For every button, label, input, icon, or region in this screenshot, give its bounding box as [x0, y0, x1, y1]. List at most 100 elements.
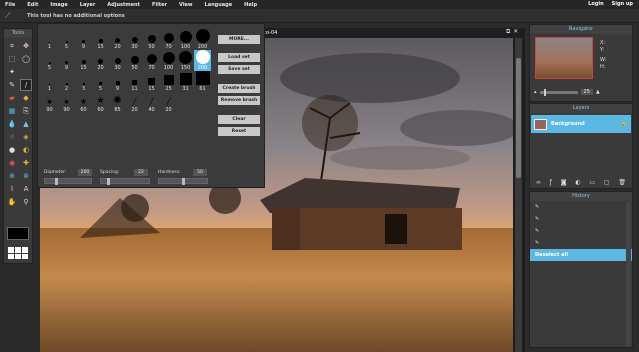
brush-preset[interactable]: 9	[109, 71, 126, 92]
brush-preset[interactable]: 25	[160, 71, 177, 92]
magic-wand-icon[interactable]: ✦	[6, 66, 18, 78]
login-link[interactable]: Login	[588, 1, 603, 7]
history-item-selected[interactable]: Deselect all	[530, 249, 632, 261]
brush-preset[interactable]: 15	[143, 71, 160, 92]
spacing-value[interactable]: 22	[134, 169, 148, 176]
clear-button[interactable]: Clear	[218, 115, 260, 124]
diameter-slider[interactable]	[44, 178, 92, 185]
spacing-slider[interactable]	[100, 178, 150, 185]
brush-preset[interactable]: 2	[58, 71, 75, 92]
hardness-value[interactable]: 50	[193, 169, 207, 176]
eraser-icon[interactable]: ▰	[6, 92, 18, 104]
brush-preset[interactable]: ╱ 20	[126, 92, 143, 114]
reset-button[interactable]: Reset	[218, 127, 260, 136]
menu-filter[interactable]: Filter	[152, 2, 167, 8]
red-eye-icon[interactable]: ◉	[6, 157, 18, 169]
layer-row[interactable]: Background 🔒	[531, 115, 631, 133]
color-picker-icon[interactable]: ⌇	[6, 183, 18, 195]
brush-preset[interactable]: 5	[41, 50, 58, 71]
brush-preset[interactable]: 30	[109, 50, 126, 71]
dodge-icon[interactable]: ●	[6, 144, 18, 156]
save-set-button[interactable]: Save set	[218, 65, 260, 74]
brush-preset[interactable]: 15	[92, 29, 109, 50]
history-item[interactable]: ✎	[530, 201, 632, 213]
brush-preset[interactable]: ✺ 85	[109, 92, 126, 114]
brush-preset[interactable]: ╱ 20	[160, 92, 177, 114]
menu-language[interactable]: Language	[205, 2, 233, 8]
restore-icon[interactable]: ⧉	[506, 28, 510, 36]
hardness-slider[interactable]	[158, 178, 208, 185]
load-set-button[interactable]: Load set	[218, 53, 260, 62]
menu-file[interactable]: File	[5, 2, 15, 8]
lasso-icon[interactable]: ◯	[20, 53, 32, 65]
brush-preset[interactable]: 9	[75, 29, 92, 50]
brush-preset[interactable]: 5	[92, 71, 109, 92]
zoom-value[interactable]: 25	[580, 89, 593, 95]
mask-icon[interactable]: ◙	[561, 179, 567, 186]
zoom-in-icon[interactable]: ▲	[596, 89, 600, 95]
brush-preset[interactable]: 20	[92, 50, 109, 71]
brush-preset[interactable]: 100	[160, 50, 177, 71]
brush-preset[interactable]: ★ 60	[75, 92, 92, 114]
menu-adjustment[interactable]: Adjustment	[107, 2, 140, 8]
brush-preset[interactable]: ╱ 40	[143, 92, 160, 114]
blank-tool-icon[interactable]	[20, 66, 32, 78]
brush-preset[interactable]: 200	[194, 29, 211, 50]
history-scrollbar[interactable]	[626, 202, 631, 347]
diameter-value[interactable]: 200	[78, 169, 92, 176]
brush-preset[interactable]: 11	[126, 71, 143, 92]
folder-icon[interactable]: ▭	[589, 179, 595, 186]
menu-help[interactable]: Help	[244, 2, 257, 8]
brush-preset[interactable]: 50	[126, 50, 143, 71]
blur-icon[interactable]: 💧	[6, 118, 18, 130]
text-icon[interactable]: A	[20, 183, 32, 195]
brush-preset[interactable]: 100	[177, 29, 194, 50]
signup-link[interactable]: Sign up	[612, 1, 633, 7]
menu-view[interactable]: View	[179, 2, 193, 8]
brush-preset[interactable]: 5	[58, 29, 75, 50]
move-icon[interactable]: ✥	[20, 40, 32, 52]
brush-preset[interactable]: 1	[41, 71, 58, 92]
adjustment-icon[interactable]: ◐	[575, 179, 580, 186]
brush-preset[interactable]: 200	[194, 50, 211, 71]
zoom-icon[interactable]: ⚲	[20, 196, 32, 208]
close-icon[interactable]: ✕	[513, 28, 518, 36]
zoom-out-icon[interactable]: ▴	[534, 89, 537, 95]
create-brush-button[interactable]: Create brush	[218, 84, 260, 93]
color-swatch[interactable]	[7, 227, 29, 240]
brush-preset[interactable]: 50	[143, 29, 160, 50]
brush-preset[interactable]: 150	[177, 50, 194, 71]
more-button[interactable]: MORE...	[218, 35, 260, 44]
menu-image[interactable]: Image	[50, 2, 67, 8]
pencil-icon[interactable]: ✎	[6, 79, 18, 91]
burn-icon[interactable]: ◐	[20, 144, 32, 156]
sharpen-icon[interactable]: ▲	[20, 118, 32, 130]
fill-icon[interactable]: ◆	[20, 92, 32, 104]
brush-preset[interactable]: 1	[41, 29, 58, 50]
smudge-icon[interactable]: ☝	[6, 131, 18, 143]
new-layer-icon[interactable]: ▢	[604, 179, 610, 186]
layer-style-icon[interactable]: ƒ	[550, 179, 552, 186]
brush-preset[interactable]: 15	[75, 50, 92, 71]
hand-icon[interactable]: ✋	[6, 196, 18, 208]
view-mode-icon[interactable]	[8, 247, 28, 259]
history-item[interactable]: ✎	[530, 225, 632, 237]
brush-preset[interactable]: 70	[160, 29, 177, 50]
bloat-icon[interactable]: ⊕	[6, 170, 18, 182]
brush-preset[interactable]: 61	[194, 71, 211, 92]
vertical-scrollbar[interactable]	[515, 38, 522, 352]
brush-preset[interactable]: 3	[75, 71, 92, 92]
brush-preset[interactable]: ★ 90	[58, 92, 75, 114]
brush-preset[interactable]: 31	[177, 71, 194, 92]
brush-preset[interactable]: 20	[109, 29, 126, 50]
remove-brush-button[interactable]: Remove brush	[218, 96, 260, 105]
brush-preset[interactable]: ★ 60	[92, 92, 109, 114]
history-item[interactable]: ✎	[530, 213, 632, 225]
pinch-icon[interactable]: ⊗	[20, 170, 32, 182]
brush-preset[interactable]: ★ 90	[41, 92, 58, 114]
menu-layer[interactable]: Layer	[80, 2, 96, 8]
spot-heal-icon[interactable]: ✚	[20, 157, 32, 169]
brush-preset[interactable]: 70	[143, 50, 160, 71]
gradient-icon[interactable]: ▦	[6, 105, 18, 117]
sponge-icon[interactable]: ◈	[20, 131, 32, 143]
